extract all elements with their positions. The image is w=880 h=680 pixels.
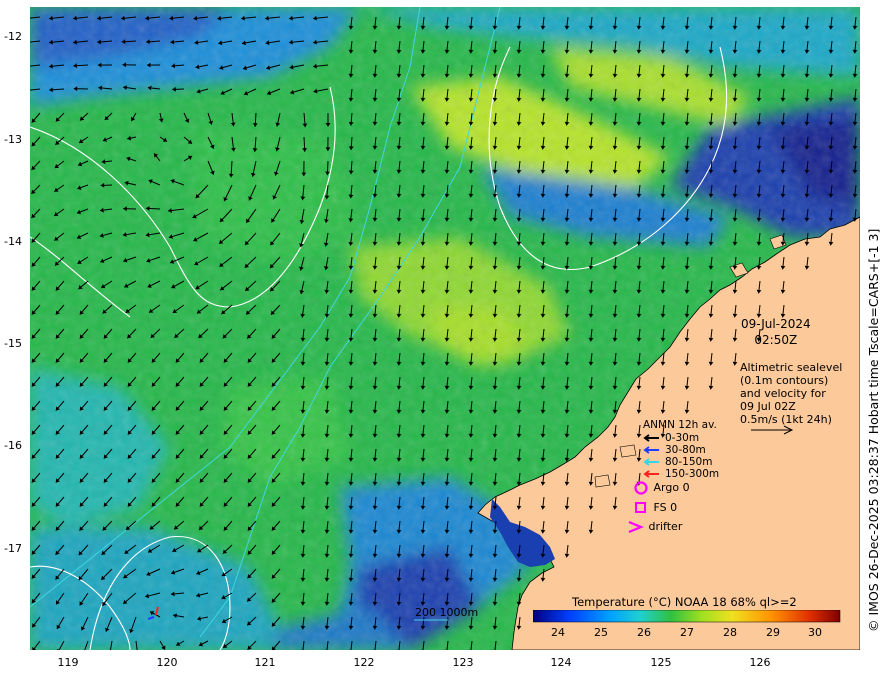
time-label: 02:50Z xyxy=(754,333,798,347)
lat-tick: -17 xyxy=(4,542,22,555)
lon-tick: 125 xyxy=(650,656,672,669)
lon-tick: 122 xyxy=(353,656,375,669)
colorbar-tick: 30 xyxy=(808,626,822,639)
arrow-icon xyxy=(643,470,659,478)
date-time-label: 09-Jul-2024 02:50Z xyxy=(741,316,811,348)
scale-arrow-icon xyxy=(751,425,794,435)
legend-label: 0-30m xyxy=(665,432,700,444)
legend-label: 80-150m xyxy=(665,456,713,468)
lat-tick: -13 xyxy=(4,133,22,146)
legend-row: 80-150m xyxy=(643,456,719,468)
drifter-label: drifter xyxy=(648,520,683,533)
argo-label: Argo 0 xyxy=(653,481,690,494)
drifter-legend: drifter xyxy=(627,520,682,534)
argo-legend: Argo 0 xyxy=(634,481,690,495)
colorbar-tick: 24 xyxy=(551,626,565,639)
lon-tick: 119 xyxy=(57,656,79,669)
legend-label: 150-300m xyxy=(665,468,720,480)
fs-label: FS 0 xyxy=(653,501,678,514)
alti-line: and velocity for xyxy=(740,387,826,400)
arrow-icon xyxy=(643,434,659,442)
alti-line: (0.1m contours) xyxy=(740,374,829,387)
colorbar-title: Temperature (°C) NOAA 18 68% ql>=2 xyxy=(572,595,797,609)
colorbar-tick: 27 xyxy=(680,626,694,639)
map-frame[interactable] xyxy=(30,7,860,650)
drifter-chevron-icon xyxy=(628,520,644,534)
lat-tick: -16 xyxy=(4,439,22,452)
legend-title: ANMN 12h av. xyxy=(643,419,717,431)
lon-tick: 120 xyxy=(156,656,178,669)
isobath-legend-line xyxy=(414,619,448,621)
lon-tick: 124 xyxy=(550,656,572,669)
alti-line: 09 Jul 02Z xyxy=(740,400,796,413)
alti-line: Altimetric sealevel xyxy=(740,361,843,374)
lon-tick: 126 xyxy=(749,656,771,669)
altimetry-note: Altimetric sealevel (0.1m contours) and … xyxy=(740,361,842,426)
argo-circle-icon xyxy=(634,481,648,495)
date-label: 09-Jul-2024 xyxy=(741,317,811,331)
arrow-icon xyxy=(643,446,659,454)
lat-tick: -14 xyxy=(4,235,22,248)
sst-map[interactable] xyxy=(30,7,860,650)
colorbar-tick: 28 xyxy=(723,626,737,639)
lat-tick: -12 xyxy=(4,30,22,43)
legend-row: 150-300m xyxy=(643,468,719,480)
legend-row: 0-30m xyxy=(643,432,719,444)
fs-square-icon xyxy=(635,502,646,513)
lat-tick: -15 xyxy=(4,337,22,350)
colorbar-tick: 26 xyxy=(637,626,651,639)
fs-legend: FS 0 xyxy=(634,501,677,515)
lon-tick: 123 xyxy=(452,656,474,669)
colorbar-tick: 25 xyxy=(594,626,608,639)
colorbar-tick: 29 xyxy=(766,626,780,639)
credit-text: © IMOS 26-Dec-2025 03:28:37 Hobart time … xyxy=(866,228,880,632)
legend-row: 30-80m xyxy=(643,444,719,456)
lon-tick: 121 xyxy=(254,656,276,669)
arrow-icon xyxy=(643,458,659,466)
anmn-legend: ANMN 12h av. 0-30m 30-80m 80-150m 150-30… xyxy=(643,419,719,480)
legend-label: 30-80m xyxy=(665,444,706,456)
colorbar xyxy=(533,610,841,623)
